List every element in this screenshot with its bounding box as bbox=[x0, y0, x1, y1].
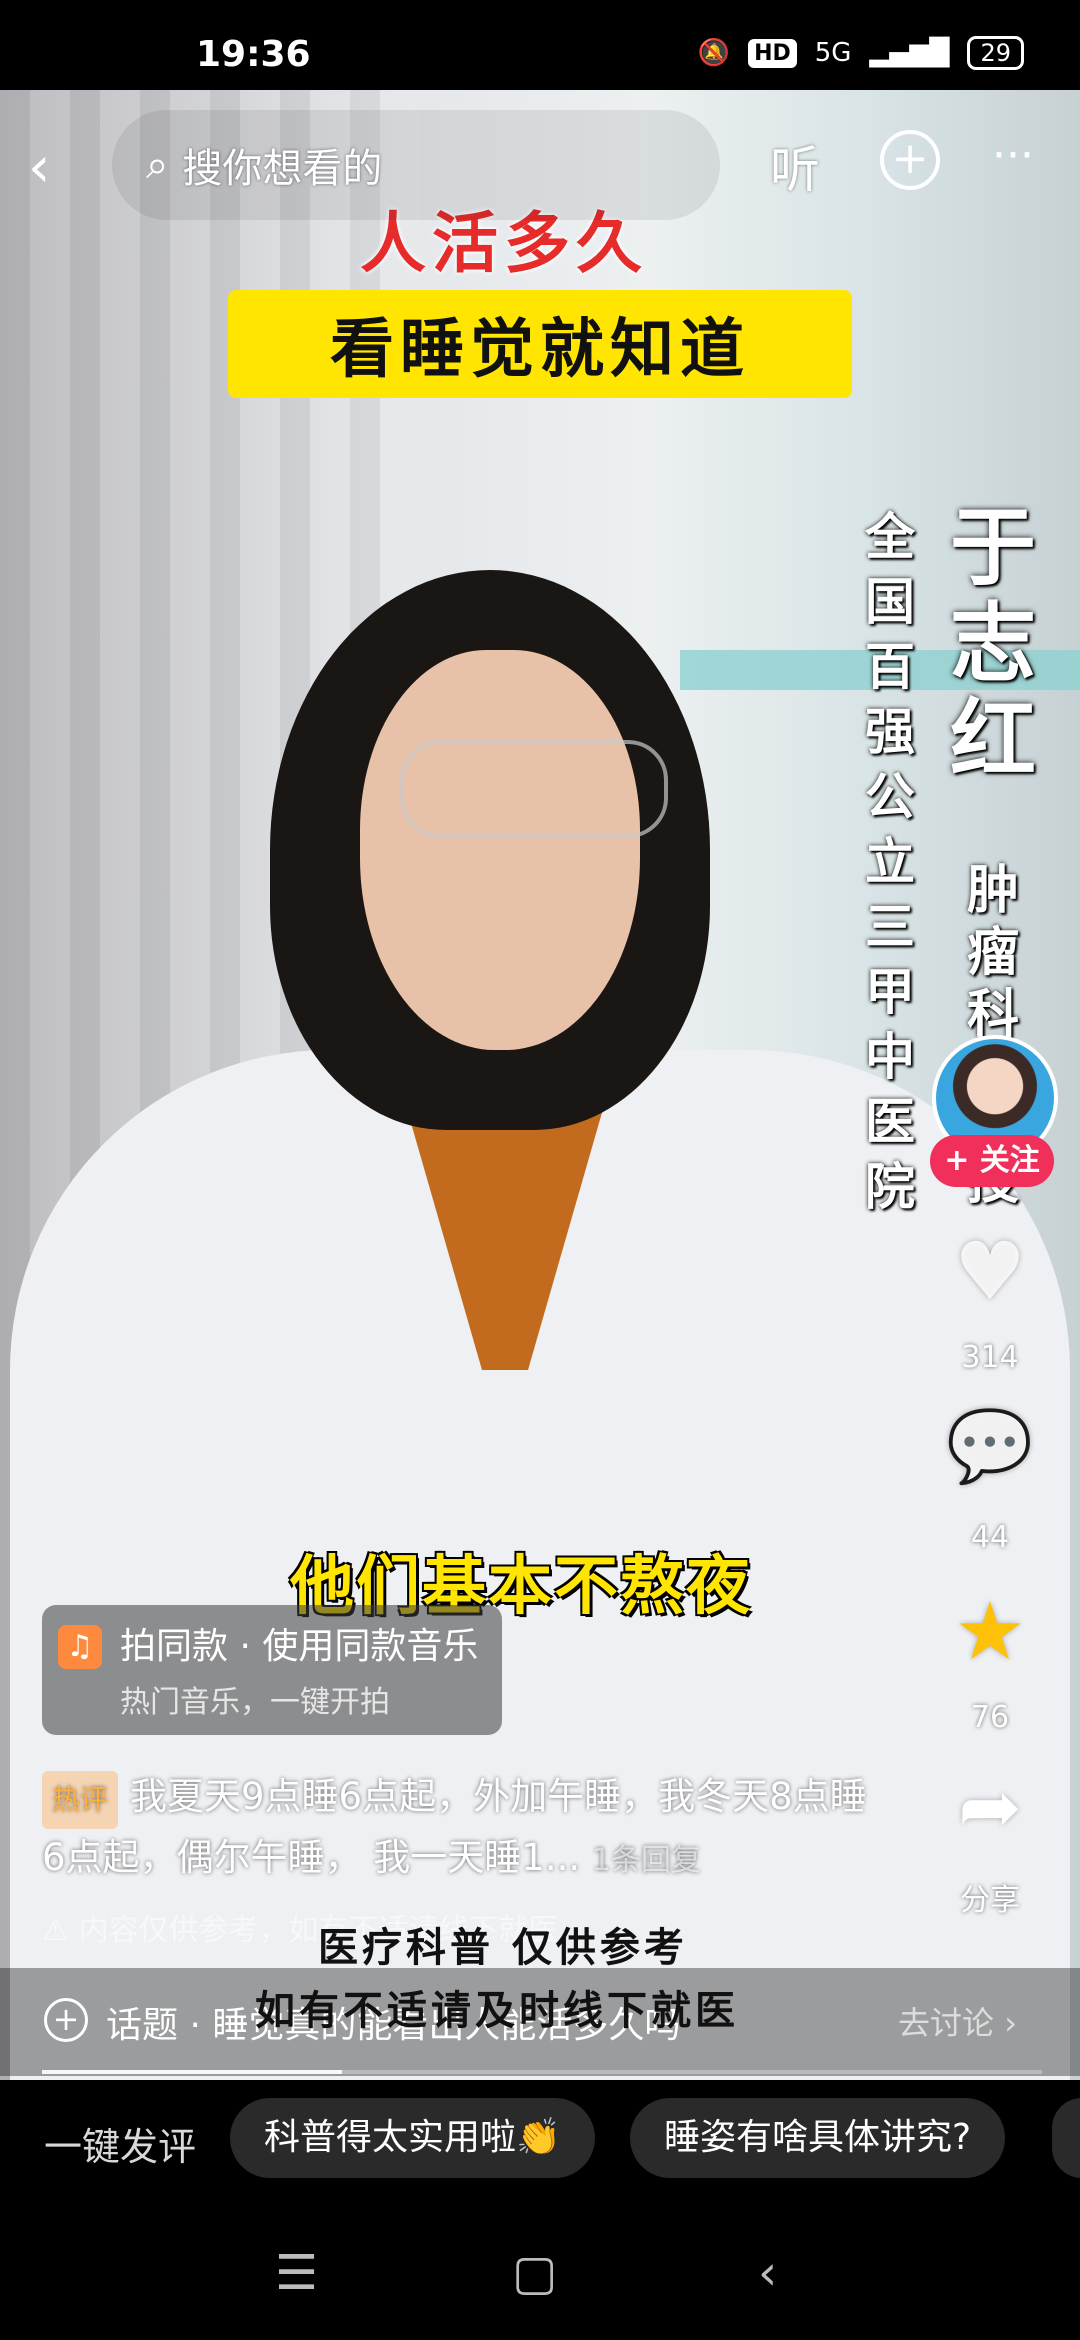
add-icon[interactable]: + bbox=[880, 130, 940, 190]
listen-button[interactable]: 听 bbox=[770, 130, 820, 202]
video-disclaimer-line2: 如有不适请及时线下就医 bbox=[255, 1988, 739, 2034]
like-count: 314 bbox=[961, 1340, 1019, 1375]
video-progress-fill bbox=[42, 2070, 342, 2074]
hot-comment-text: 我夏天9点睡6点起，外加午睡，我冬天8点睡6点起，偶尔午睡， 我一天睡1... bbox=[42, 1775, 867, 1879]
star-icon[interactable]: ★ bbox=[930, 1585, 1050, 1678]
comment-count: 44 bbox=[970, 1520, 1010, 1555]
quick-comment-chip[interactable]: 睡姿有啥具体讲究? bbox=[630, 2098, 1006, 2178]
doctor-name-vertical: 于志红 bbox=[950, 498, 1036, 790]
hot-comment-tag: 热评 bbox=[42, 1771, 119, 1829]
back-nav-icon[interactable]: ‹ bbox=[758, 2245, 777, 2301]
share-label: 分享 bbox=[960, 1883, 1020, 1918]
menu-icon[interactable]: ☰ bbox=[275, 2245, 318, 2301]
hospital-vertical: 全国百强公立三甲中医院 bbox=[865, 508, 915, 1216]
topic-discuss-link[interactable]: 去讨论 › bbox=[898, 1998, 1017, 2044]
use-same-music-button[interactable]: ♫ 拍同款 · 使用同款音乐 热门音乐，一键开拍 bbox=[42, 1605, 502, 1735]
quick-comment-label: 一键发评 bbox=[44, 2125, 197, 2169]
music-subtitle: 热门音乐，一键开拍 bbox=[120, 1685, 390, 1720]
status-bar: 19:36 🔕 HD 5G ▂▄▆█ 29 bbox=[0, 0, 1080, 90]
person-glasses bbox=[400, 740, 668, 838]
comment-icon[interactable]: 💬 bbox=[930, 1405, 1050, 1488]
mute-icon: 🔕 bbox=[697, 38, 731, 68]
chevron-right-icon: › bbox=[1004, 2004, 1017, 2042]
share-icon[interactable]: ➦ bbox=[930, 1762, 1050, 1851]
battery-indicator: 29 bbox=[967, 36, 1024, 70]
heart-icon[interactable]: ♥ bbox=[930, 1225, 1050, 1318]
search-bar[interactable]: ⌕ 搜你想看的 bbox=[112, 110, 720, 220]
music-title: 拍同款 · 使用同款音乐 bbox=[120, 1626, 479, 1667]
hot-comment[interactable]: 热评 我夏天9点睡6点起，外加午睡，我冬天8点睡6点起，偶尔午睡， 我一天睡1..… bbox=[42, 1768, 882, 1890]
doctor-dept-vertical: 肿瘤科 bbox=[966, 861, 1019, 1045]
video-title-line2: 看睡觉就知道 bbox=[228, 290, 852, 398]
more-icon[interactable]: ··· bbox=[992, 130, 1034, 181]
video-disclaimer-line1: 医疗科普 仅供参考 bbox=[318, 1925, 688, 1971]
follow-button[interactable]: + 关注 bbox=[930, 1135, 1054, 1187]
home-square-icon[interactable]: ▢ bbox=[512, 2245, 557, 2301]
favorite-count: 76 bbox=[970, 1700, 1010, 1735]
music-note-icon: ♫ bbox=[58, 1625, 102, 1669]
status-time: 19:36 bbox=[196, 34, 311, 75]
status-icons: 🔕 HD 5G ▂▄▆█ 29 bbox=[698, 36, 1024, 70]
back-arrow-icon[interactable]: ‹ bbox=[28, 135, 50, 200]
search-icon: ⌕ bbox=[146, 142, 169, 188]
signal-icon: ▂▄▆█ bbox=[869, 38, 950, 68]
video-progress-bar[interactable] bbox=[42, 2070, 1042, 2074]
topic-discuss-label: 去讨论 bbox=[898, 2004, 995, 2042]
network-indicator: 5G bbox=[814, 38, 852, 68]
hot-comment-replies[interactable]: 1条回复 bbox=[592, 1843, 701, 1878]
hd-badge: HD bbox=[748, 38, 797, 68]
quick-comment-chip[interactable]: 科普得太实用啦👏 bbox=[230, 2098, 595, 2178]
topic-plus-icon: + bbox=[44, 1998, 88, 2042]
person-face bbox=[360, 650, 640, 1050]
search-placeholder: 搜你想看的 bbox=[182, 146, 383, 192]
warning-icon: ⚠ bbox=[42, 1913, 69, 1948]
